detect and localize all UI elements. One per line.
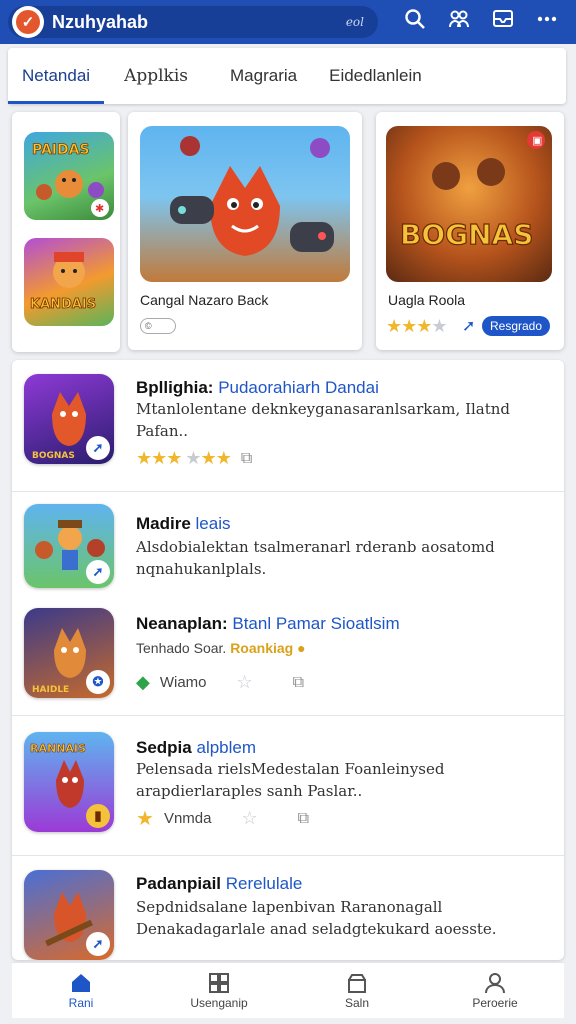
svg-text:PAIDAS: PAIDAS — [32, 142, 90, 158]
featured-mini-card[interactable]: PAIDAS ✱ KANDAIS — [12, 112, 120, 352]
search-icon[interactable] — [402, 8, 428, 36]
grid-icon — [208, 972, 230, 996]
toggle-switch[interactable]: © — [140, 318, 176, 334]
favorite-star-icon[interactable]: ☆ — [241, 808, 257, 829]
app-icon[interactable]: HAIDLE ✪ — [24, 608, 114, 698]
list-item[interactable]: RANNAIS ▮ Sedpia alpblem Pelensada riels… — [12, 716, 564, 856]
search-hint: eol — [345, 15, 364, 29]
app-icon[interactable]: ➚ — [24, 504, 114, 588]
svg-text:▣: ▣ — [532, 135, 542, 147]
home-icon — [70, 972, 92, 996]
nav-store[interactable]: Saln — [302, 972, 412, 1010]
app-title: Madire leais — [136, 514, 231, 533]
nav-profile[interactable]: Peroerie — [440, 972, 550, 1010]
rating-stars: ★★★★ — [386, 316, 448, 336]
featured-game-card[interactable]: Cangal Nazaro Back © — [128, 112, 362, 350]
app-title: Padanpiail Rerelulale — [136, 874, 303, 893]
app-icon[interactable]: ➚ — [24, 870, 114, 960]
svg-text:✱: ✱ — [95, 203, 104, 215]
app-description: Pelensada rielsMedestalan Foanleinysed a… — [136, 760, 445, 800]
list-item[interactable]: HAIDLE ✪ Neanaplan: Btanl Pamar Sioatlsi… — [12, 596, 564, 716]
app-title: Sedpia alpblem — [136, 738, 257, 757]
nav-home[interactable]: Rani — [26, 972, 136, 1010]
people-icon[interactable] — [446, 8, 472, 36]
share-icon[interactable]: ⧉ — [298, 810, 309, 828]
install-button[interactable]: Resgrado — [482, 316, 551, 336]
list-item[interactable]: BOGNAS ➚ Bpllighia: Pudaorahiarh Dandai … — [12, 360, 564, 492]
rating-stars: ★★★ ★★★ — [136, 448, 232, 468]
check-logo-icon: ✓ — [16, 10, 40, 34]
play-badge-icon: ➚ — [86, 436, 110, 460]
top-actions — [402, 8, 568, 36]
tab-magraria[interactable]: Magraria — [216, 48, 311, 104]
app-icon[interactable]: BOGNAS ➚ — [24, 374, 114, 464]
app-description: Sepdnidsalane lapenbivan Raranonagall De… — [136, 898, 497, 938]
rating-row: ★★★ ★★★ ⧉ — [136, 448, 252, 469]
store-icon — [346, 972, 368, 996]
list-item[interactable]: ➚ Padanpiail Rerelulale Sepdnidsalane la… — [12, 856, 564, 960]
app-description: Mtanlolentane deknkeyganasaranlsarkam, I… — [136, 400, 511, 440]
meta-row: ★ Vnmda ☆ ⧉ — [136, 806, 309, 831]
featured-game-card-2[interactable]: BOGNAS ▣ Uagla Roola ★★★★ ➚ Resgrado — [376, 112, 564, 350]
game-thumbnail[interactable]: PAIDAS ✱ — [24, 132, 114, 220]
featured-card-title: Cangal Nazaro Back — [140, 292, 269, 308]
app-description: Alsdobialektan tsalmeranarl rderanb aosa… — [136, 538, 495, 578]
search-bar[interactable]: ✓ Nzuhyahab eol — [8, 6, 378, 38]
svg-text:KANDAIS: KANDAIS — [30, 297, 96, 312]
app-icon[interactable]: RANNAIS ▮ — [24, 732, 114, 832]
play-badge-icon: ➚ — [86, 932, 110, 956]
share-icon[interactable]: ⧉ — [241, 450, 252, 468]
app-title: Neanaplan: Btanl Pamar Sioatlsim — [136, 614, 400, 633]
share-icon[interactable]: ➚ — [462, 316, 475, 336]
featured-card-title: Uagla Roola — [388, 292, 466, 308]
play-badge-icon: ➚ — [86, 560, 110, 584]
app-list: BOGNAS ➚ Bpllighia: Pudaorahiarh Dandai … — [12, 360, 564, 960]
svg-text:BOGNAS: BOGNAS — [32, 451, 75, 461]
game-thumbnail[interactable]: KANDAIS — [24, 238, 114, 326]
favorite-star-icon[interactable]: ☆ — [237, 672, 253, 693]
app-title: Bpllighia: Pudaorahiarh Dandai — [136, 378, 379, 397]
featured-game-image[interactable]: BOGNAS ▣ — [386, 126, 552, 282]
category-tabs: Netandai Applkis Magraria Eidedlanlein — [8, 48, 566, 104]
featured-game-image[interactable] — [140, 126, 350, 282]
svg-text:BOGNAS: BOGNAS — [400, 218, 533, 251]
list-item[interactable]: ➚ Madire leais Alsdobialektan tsalmerana… — [12, 492, 564, 596]
meta-label: Vnmda — [163, 810, 212, 827]
meta-label: Wiamo — [159, 674, 207, 691]
svg-text:RANNAIS: RANNAIS — [30, 742, 86, 755]
tab-netandai[interactable]: Netandai — [8, 48, 105, 104]
nav-categories[interactable]: Usenganip — [164, 972, 274, 1010]
app-logo: ✓ — [12, 6, 44, 38]
person-icon — [484, 972, 506, 996]
app-subtitle: Tenhado Soar. Roankiag ● — [136, 640, 306, 656]
star-icon: ★ — [136, 808, 154, 830]
play-badge-icon: ✪ — [86, 670, 110, 694]
bottom-navigation: Rani Usenganip Saln Peroerie — [12, 962, 564, 1018]
tab-eidedlanlein[interactable]: Eidedlanlein — [315, 48, 436, 104]
gem-icon: ◆ — [136, 672, 150, 692]
top-app-bar: ✓ Nzuhyahab eol — [0, 0, 576, 44]
share-icon[interactable]: ⧉ — [293, 674, 304, 692]
brand-title: Nzuhyahab — [52, 11, 149, 32]
coin-badge-icon: ▮ — [86, 804, 110, 828]
meta-row: ◆ Wiamo ☆ ⧉ — [136, 672, 304, 693]
inbox-icon[interactable] — [490, 8, 516, 36]
svg-text:HAIDLE: HAIDLE — [32, 685, 69, 695]
more-icon[interactable] — [534, 8, 560, 36]
tab-applkis[interactable]: Applkis — [110, 48, 202, 104]
